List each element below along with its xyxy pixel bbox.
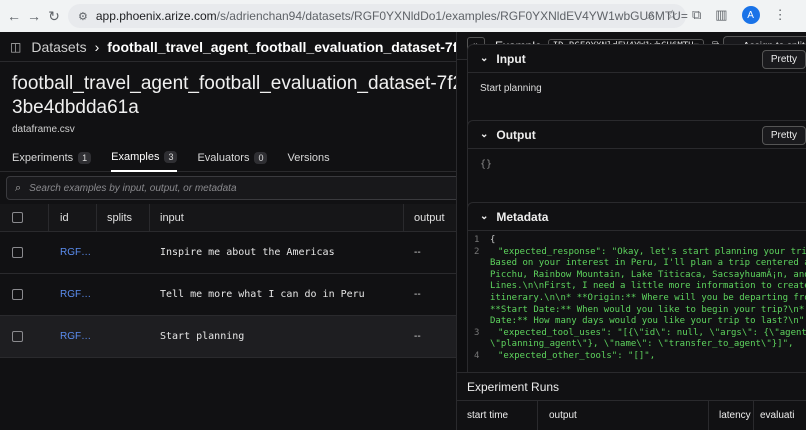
example-input: Inspire me about the Americas [160, 247, 335, 258]
search-placeholder: Search examples by input, output, or met… [29, 182, 237, 194]
tab-label: Examples [111, 151, 160, 163]
example-input: Tell me more what I can do in Peru [160, 289, 365, 300]
output-value: {} [480, 159, 493, 170]
page-title: football_travel_agent_football_evaluatio… [12, 72, 456, 120]
sidebar-toggle-icon[interactable]: ◫ [10, 40, 21, 54]
input-pretty-toggle[interactable]: Pretty [761, 50, 806, 69]
address-bar[interactable]: ⚙ app.phoenix.arize.com/s/adrienchan94/d… [68, 4, 688, 28]
table-header: id splits input output [0, 204, 456, 232]
code-line-4: "expected_other_tools": "[]", [498, 350, 656, 361]
search-icon: ⌕ [15, 181, 22, 194]
column-start-time[interactable]: start time [467, 410, 508, 421]
code-line-1: { [490, 235, 496, 245]
count-badge: 1 [78, 152, 92, 164]
output-card-title: Output [496, 127, 536, 142]
breadcrumb-current: football_travel_agent_football_evaluatio… [107, 38, 456, 55]
breadcrumb-datasets[interactable]: Datasets [31, 39, 86, 55]
metadata-code: 1{ 2 "expected_response": "Okay, let's st… [468, 231, 806, 363]
reload-icon[interactable]: ↻ [44, 8, 64, 25]
column-evaluations[interactable]: evaluati [760, 410, 794, 421]
metadata-card: ⌄ Metadata 1{ 2 "expected_response": "Oka… [467, 202, 806, 382]
dataset-filename: dataframe.csv [12, 124, 75, 135]
select-all-checkbox[interactable] [12, 212, 23, 223]
metadata-card-title: Metadata [496, 209, 549, 224]
dataset-pane: ◫ Datasets › football_travel_agent_footb… [0, 32, 456, 430]
examples-table: id splits input output RGF… Inspire me a… [0, 204, 456, 358]
page-title-line1: football_travel_agent_football_evaluatio… [12, 73, 456, 94]
runs-table-header: start time output latency evaluati [457, 401, 806, 430]
output-pretty-toggle[interactable]: Pretty [761, 126, 806, 145]
zoom-icon[interactable]: ⌕ [647, 7, 654, 23]
row-checkbox[interactable] [12, 247, 23, 258]
example-output: -- [414, 247, 421, 258]
search-input[interactable]: ⌕ Search examples by input, output, or m… [6, 176, 456, 200]
metadata-card-header[interactable]: ⌄ Metadata [468, 203, 806, 231]
column-splits[interactable]: splits [107, 204, 132, 231]
example-id-link[interactable]: RGF… [60, 274, 91, 315]
input-value: Start planning [480, 83, 542, 94]
chevron-down-icon: ⌄ [480, 211, 489, 222]
browser-menu-icon[interactable]: ⋮ [774, 7, 787, 23]
chevron-down-icon: ⌄ [480, 129, 489, 140]
input-card-header[interactable]: ⌄ Input [468, 45, 806, 73]
column-output[interactable]: output [414, 204, 445, 231]
tab-label: Evaluators [197, 152, 250, 164]
code-line-2c: Picchu, Rainbow Mountain, Lake Titicaca,… [490, 269, 806, 280]
tab-experiments[interactable]: Experiments 1 [12, 144, 92, 172]
tab-bar: Experiments 1 Examples 3 Evaluators 0 Ve… [0, 144, 456, 172]
example-output: -- [414, 289, 421, 300]
extensions-icon[interactable]: ⧉ [692, 7, 701, 23]
count-badge: 0 [254, 152, 268, 164]
forward-icon[interactable]: → [24, 8, 44, 24]
input-card-title: Input [496, 51, 526, 66]
avatar[interactable]: A [741, 6, 760, 24]
column-id[interactable]: id [60, 204, 69, 231]
table-row[interactable]: RGF… Inspire me about the Americas -- [0, 232, 456, 274]
example-id-link[interactable]: RGF… [60, 232, 91, 273]
code-line-2g: Date:** How many days would you like you… [490, 316, 806, 327]
tab-label: Versions [287, 152, 330, 164]
column-latency[interactable]: latency [719, 410, 751, 421]
code-line-2e: itinerary.\n\n* **Origin:** Where will y… [490, 292, 806, 303]
example-detail-panel: » Example ID RGF0YXNldEV4YW1wbGU6MTU= ⧉ … [456, 32, 806, 430]
example-output: -- [414, 331, 421, 342]
count-badge: 3 [164, 151, 178, 163]
code-line-3a: "expected_tool_uses": "[{\"id\": null, \… [498, 327, 806, 338]
code-line-2d: Lines.\n\nFirst, I need a little more in… [490, 281, 806, 292]
reading-list-icon[interactable]: ▥ [715, 7, 727, 23]
site-info-icon[interactable]: ⚙ [78, 10, 88, 23]
tab-examples[interactable]: Examples 3 [111, 144, 178, 172]
output-card-header[interactable]: ⌄ Output [468, 121, 806, 149]
experiment-runs: Experiment Runs start time output latenc… [457, 372, 806, 430]
row-checkbox[interactable] [12, 289, 23, 300]
browser-toolbar: ← → ↻ ⚙ app.phoenix.arize.com/s/adriench… [0, 0, 806, 32]
url-path: /s/adrienchan94/datasets/RGF0YXNldDo1/ex… [216, 9, 688, 23]
example-input: Start planning [160, 331, 245, 342]
code-line-2f: **Start Date:** When would you like to b… [490, 304, 806, 315]
column-run-output[interactable]: output [549, 410, 577, 421]
column-input[interactable]: input [160, 204, 184, 231]
table-row[interactable]: RGF… Start planning -- [0, 316, 456, 358]
experiment-runs-title: Experiment Runs [457, 373, 806, 401]
bookmark-star-icon[interactable]: ☆ [666, 7, 678, 23]
code-line-2a: "expected_response": "Okay, let's start … [498, 246, 806, 257]
tab-label: Experiments [12, 152, 74, 164]
page-title-line2: 3be4dbdda61a [12, 97, 139, 118]
row-checkbox[interactable] [12, 331, 23, 342]
tab-evaluators[interactable]: Evaluators 0 [197, 144, 268, 172]
chevron-right-icon: › [94, 38, 100, 55]
url-domain: app.phoenix.arize.com [95, 9, 217, 23]
code-line-2b: Based on your interest in Peru, I'll pla… [490, 258, 806, 269]
tab-versions[interactable]: Versions [287, 144, 329, 172]
table-row[interactable]: RGF… Tell me more what I can do in Peru … [0, 274, 456, 316]
example-id-link[interactable]: RGF… [60, 316, 91, 357]
chevron-down-icon: ⌄ [480, 53, 489, 64]
back-icon[interactable]: ← [4, 8, 24, 24]
breadcrumb: ◫ Datasets › football_travel_agent_footb… [0, 32, 456, 62]
code-line-3b: \"planning_agent\"}, \"name\": \"transfe… [490, 339, 794, 350]
